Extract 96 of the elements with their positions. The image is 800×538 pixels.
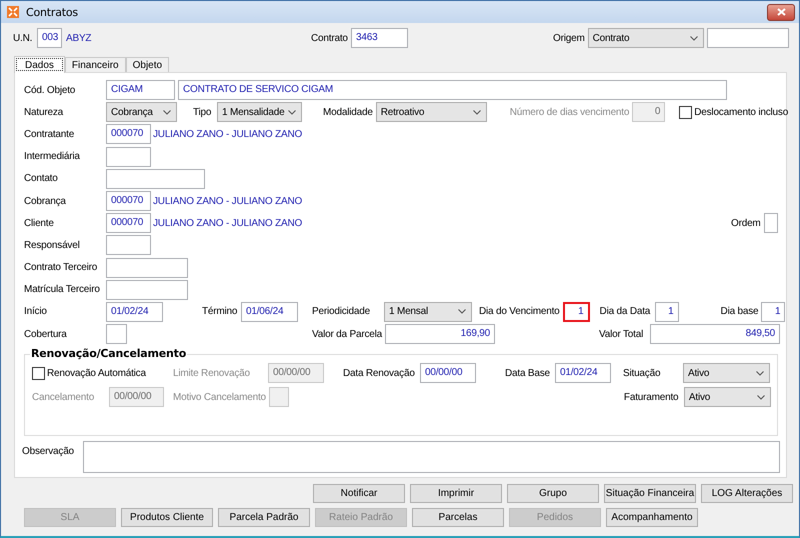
input-field[interactable]: 1 xyxy=(761,302,786,322)
name-text: JULIANO ZANO - JULIANO ZANO xyxy=(153,128,302,140)
name-text: ABYZ xyxy=(66,32,92,44)
input-field[interactable] xyxy=(106,168,205,189)
dropdown[interactable]: 1 Mensalidade xyxy=(217,102,302,122)
field-label: Ordem xyxy=(731,218,761,229)
input-field[interactable] xyxy=(106,258,188,278)
name-text: JULIANO ZANO - JULIANO ZANO xyxy=(153,196,302,207)
input-field[interactable]: 01/02/24 xyxy=(106,302,163,322)
field-label: Intermediária xyxy=(24,151,80,162)
field-label: Data Base xyxy=(505,368,550,379)
input-field[interactable]: 000070 xyxy=(106,213,151,234)
field-label: Periodicidade xyxy=(312,306,370,318)
field-label: Data Renovação xyxy=(343,368,415,379)
field-label: Início xyxy=(24,306,47,318)
chevron-icon xyxy=(690,36,698,40)
action-button[interactable]: Situação Financeira xyxy=(604,484,696,503)
action-button[interactable]: Acompanhamento xyxy=(606,508,698,527)
input-field[interactable] xyxy=(106,324,127,344)
input-field[interactable] xyxy=(106,235,151,256)
chevron-icon xyxy=(288,110,296,115)
field-label: Valor da Parcela xyxy=(312,328,382,340)
checkbox[interactable]: Deslocamento incluso xyxy=(679,106,788,119)
group-title: Renovação/Cancelamento xyxy=(30,347,188,360)
window-title: Contratos xyxy=(26,6,78,18)
field-label: Término xyxy=(202,306,238,318)
field-label: Cobertura xyxy=(24,328,67,340)
field-label: U.N. xyxy=(13,32,32,44)
input-field[interactable]: 1 xyxy=(562,302,590,322)
tab[interactable]: Dados xyxy=(14,56,65,73)
action-button[interactable]: Parcela Padrão xyxy=(218,508,310,527)
field-label: Número de dias vencimento xyxy=(510,106,630,118)
action-button[interactable]: Parcelas xyxy=(412,508,504,527)
field-label: Cliente xyxy=(24,218,54,229)
field-label: Contrato Terceiro xyxy=(24,262,98,274)
field-label: Origem xyxy=(553,32,585,44)
dropdown[interactable]: Cobrança xyxy=(106,102,177,122)
dropdown[interactable]: Retroativo xyxy=(376,102,487,122)
action-button[interactable]: Grupo xyxy=(507,484,599,503)
field-label: Situação xyxy=(623,368,660,379)
input-field[interactable]: 169,90 xyxy=(385,324,495,344)
checkbox[interactable]: Renovação Automática xyxy=(32,366,146,380)
field-label: Cód. Objeto xyxy=(24,84,76,96)
field-label: Natureza xyxy=(24,106,63,118)
action-button[interactable]: Imprimir xyxy=(410,484,502,503)
input-field[interactable]: 3463 xyxy=(351,28,408,48)
input-field[interactable] xyxy=(764,213,778,234)
field-label: Tipo xyxy=(193,106,212,118)
tab[interactable]: Objeto xyxy=(126,57,170,72)
input-field[interactable]: 01/06/24 xyxy=(241,302,298,322)
dropdown[interactable]: Contrato xyxy=(588,28,704,48)
field-label: Dia da Data xyxy=(600,306,650,318)
field-label: Motivo Cancelamento xyxy=(173,392,266,403)
field-label: Contrato xyxy=(311,32,348,44)
input-field[interactable]: 849,50 xyxy=(650,324,780,344)
field-label: Observação xyxy=(22,446,75,458)
input-field[interactable]: 01/02/24 xyxy=(555,363,611,384)
field-label: Cobrança xyxy=(24,196,66,207)
input-field[interactable] xyxy=(106,280,188,300)
dropdown[interactable]: 1 Mensal xyxy=(384,302,472,322)
action-button[interactable]: Produtos Cliente xyxy=(121,508,213,527)
input-field[interactable]: CIGAM xyxy=(106,80,175,100)
input-field[interactable] xyxy=(706,28,789,48)
name-text: JULIANO ZANO - JULIANO ZANO xyxy=(153,218,302,229)
field-label: Valor Total xyxy=(599,328,644,340)
input-field[interactable]: 1 xyxy=(654,302,679,322)
field-label: Faturamento xyxy=(624,392,678,403)
field-label: Matrícula Terceiro xyxy=(24,284,100,296)
chevron-icon xyxy=(756,394,765,400)
action-button[interactable]: LOG Alterações xyxy=(701,484,793,503)
input-field[interactable]: 003 xyxy=(37,28,62,48)
field-label: Contato xyxy=(24,173,58,184)
field-label: Dia base xyxy=(720,306,758,318)
field-label: Limite Renovação xyxy=(173,368,250,379)
chevron-icon xyxy=(163,110,171,115)
input-field[interactable] xyxy=(106,146,151,167)
close-icon xyxy=(776,8,786,16)
input-field[interactable]: 000070 xyxy=(106,124,151,144)
dropdown[interactable]: Ativo xyxy=(683,363,770,384)
field-label: Dia do Vencimento xyxy=(479,306,560,318)
tab[interactable]: Financeiro xyxy=(64,57,126,72)
chevron-icon xyxy=(756,370,764,376)
dropdown[interactable]: Ativo xyxy=(684,387,771,408)
app-icon xyxy=(7,6,19,18)
chevron-icon xyxy=(458,309,466,314)
field-label: Contratante xyxy=(24,128,74,140)
field-label: Modalidade xyxy=(323,106,373,118)
input-field[interactable]: 00/00/00 xyxy=(420,363,476,384)
action-button[interactable]: Notificar xyxy=(313,484,405,503)
close-button[interactable] xyxy=(767,4,795,20)
field-label: Cancelamento xyxy=(32,392,94,403)
field-label: Responsável xyxy=(24,240,80,251)
input-field[interactable]: 000070 xyxy=(106,191,151,212)
input-field[interactable]: CONTRATO DE SERVICO CIGAM xyxy=(178,80,727,100)
chevron-icon xyxy=(472,110,481,115)
observation-field[interactable] xyxy=(83,441,780,474)
